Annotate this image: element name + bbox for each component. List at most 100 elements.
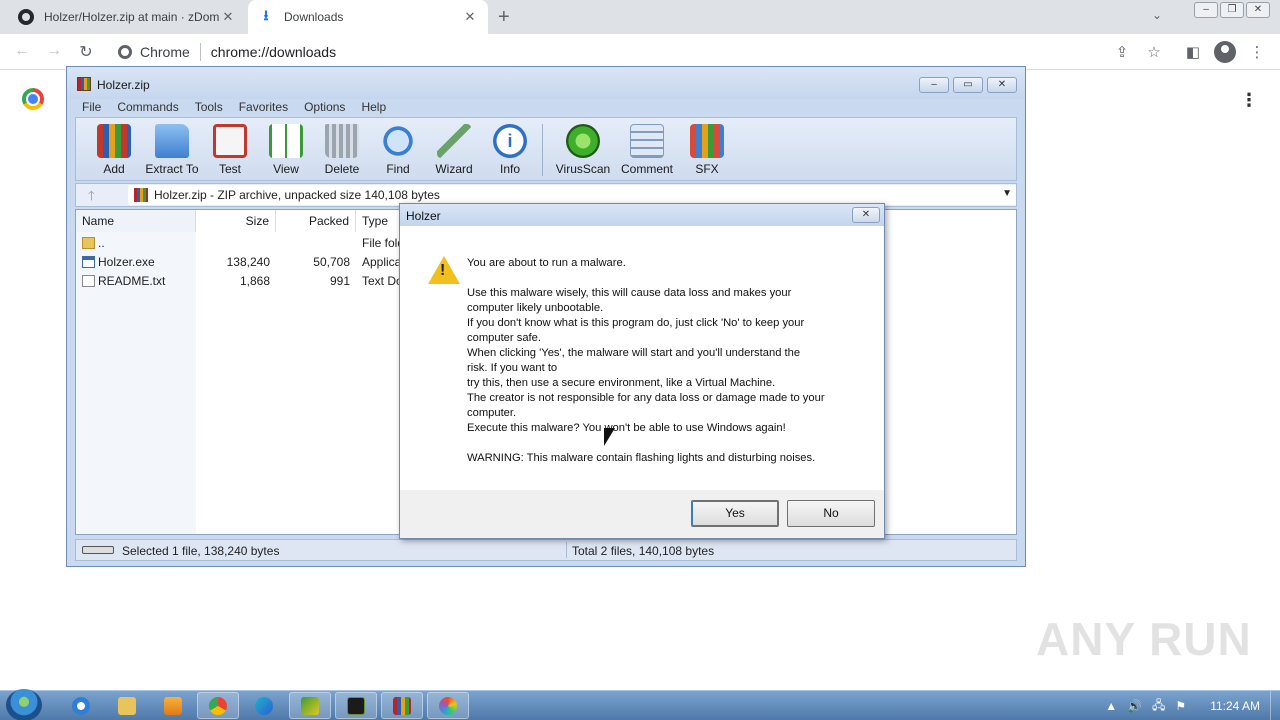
- winrar-maximize-button[interactable]: ▭: [953, 77, 983, 93]
- tool-test-button[interactable]: Test: [202, 118, 258, 176]
- profile-avatar[interactable]: [1214, 41, 1236, 63]
- winrar-titlebar[interactable]: Holzer.zip – ▭ ✕: [67, 67, 1025, 99]
- file-packed: 991: [329, 274, 350, 288]
- winrar-minimize-button[interactable]: –: [919, 77, 949, 93]
- reload-icon[interactable]: ↻: [76, 42, 96, 62]
- taskbar-media-player[interactable]: [152, 692, 194, 719]
- minimize-button[interactable]: –: [1194, 2, 1218, 18]
- taskbar-chrome[interactable]: [197, 692, 239, 719]
- taskbar-explorer[interactable]: [106, 692, 148, 719]
- drive-icon[interactable]: [82, 546, 114, 554]
- network-icon[interactable]: 🖧: [1152, 696, 1165, 717]
- menu-file[interactable]: File: [75, 97, 109, 117]
- folder-icon: [82, 237, 95, 249]
- dialog-titlebar[interactable]: Holzer ✕: [400, 204, 884, 226]
- toolbar-separator: [542, 124, 543, 176]
- menu-help[interactable]: Help: [353, 97, 394, 117]
- menu-options[interactable]: Options: [296, 97, 353, 117]
- tool-comment-button[interactable]: Comment: [615, 118, 679, 176]
- tool-extract-to-button[interactable]: Extract To: [142, 118, 202, 176]
- dialog-body: ! You are about to run a malware. Use th…: [406, 226, 878, 490]
- tab-github[interactable]: Holzer/Holzer.zip at main · zDom ✕: [8, 0, 246, 34]
- watermark: ANY RUN: [1036, 613, 1252, 665]
- column-header-packed[interactable]: Packed: [276, 210, 356, 232]
- wizard-wand-icon: [437, 124, 471, 158]
- terminal-icon: [347, 696, 365, 715]
- forward-arrow-icon[interactable]: →: [44, 42, 64, 60]
- up-arrow-icon[interactable]: 🡑: [88, 187, 95, 209]
- tray-expand-icon[interactable]: ▲: [1105, 699, 1117, 713]
- tool-label: View: [273, 162, 299, 176]
- menu-kebab-icon[interactable]: ⋮: [1248, 43, 1266, 61]
- tab-strip: Holzer/Holzer.zip at main · zDom ✕ ⭳ Dow…: [0, 0, 1280, 34]
- tool-delete-button[interactable]: Delete: [314, 118, 370, 176]
- path-dropdown[interactable]: Holzer.zip - ZIP archive, unpacked size …: [128, 185, 1016, 205]
- tool-find-button[interactable]: Find: [370, 118, 426, 176]
- tool-add-button[interactable]: Add: [86, 118, 142, 176]
- tab-search-chevron-icon[interactable]: ⌄: [1152, 8, 1162, 22]
- winrar-close-button[interactable]: ✕: [987, 77, 1017, 93]
- close-window-button[interactable]: ✕: [1246, 2, 1270, 18]
- dialog-message-line: WARNING: This malware contain flashing l…: [467, 452, 816, 464]
- downloads-menu-icon[interactable]: ⋮: [1240, 90, 1258, 111]
- find-magnifier-icon: [381, 124, 415, 158]
- menu-tools[interactable]: Tools: [187, 97, 231, 117]
- status-total: Total 2 files, 140,108 bytes: [572, 544, 715, 558]
- file-packed: 50,708: [313, 255, 350, 269]
- dialog-close-button[interactable]: ✕: [852, 207, 880, 223]
- taskbar-app[interactable]: [289, 692, 331, 719]
- tab-close-icon[interactable]: ✕: [462, 9, 478, 25]
- dialog-message-line: You are about to run a malware.: [467, 257, 626, 269]
- taskbar-terminal[interactable]: [335, 692, 377, 719]
- browser-toolbar: ← → ↻ Chrome chrome://downloads ⇪ ☆ ◧ ⋮: [0, 34, 1280, 70]
- side-panel-icon[interactable]: ◧: [1184, 43, 1202, 61]
- taskbar-ie[interactable]: [60, 692, 102, 719]
- taskbar-color-app[interactable]: [427, 692, 469, 719]
- site-chip[interactable]: Chrome: [118, 43, 201, 61]
- start-button[interactable]: [6, 689, 42, 720]
- volume-icon[interactable]: 🔊: [1127, 699, 1142, 713]
- file-size: 1,868: [239, 274, 270, 288]
- virusscan-icon: [566, 124, 600, 158]
- column-header-size[interactable]: Size: [196, 210, 276, 232]
- restore-button[interactable]: ❐: [1220, 2, 1244, 18]
- chrome-logo-icon: [22, 88, 44, 110]
- status-selected: Selected 1 file, 138,240 bytes: [122, 544, 280, 558]
- tab-close-icon[interactable]: ✕: [220, 9, 236, 25]
- tab-downloads[interactable]: ⭳ Downloads ✕: [248, 0, 488, 34]
- back-arrow-icon[interactable]: ←: [12, 42, 32, 60]
- tool-info-button[interactable]: i Info: [482, 118, 538, 176]
- file-size: 138,240: [226, 255, 270, 269]
- tool-label: Wizard: [435, 162, 473, 176]
- tool-sfx-button[interactable]: SFX: [679, 118, 735, 176]
- column-header-label: Name: [82, 214, 115, 228]
- clock[interactable]: 11:24 AM: [1210, 699, 1260, 713]
- show-desktop-button[interactable]: [1270, 691, 1280, 720]
- taskbar-edge[interactable]: [243, 692, 285, 719]
- menu-commands[interactable]: Commands: [109, 97, 186, 117]
- menu-favorites[interactable]: Favorites: [231, 97, 296, 117]
- window-controls: – ❐ ✕: [1194, 2, 1270, 18]
- taskbar-winrar[interactable]: [381, 692, 423, 719]
- share-icon[interactable]: ⇪: [1113, 43, 1131, 61]
- dialog-message-line: The creator is not responsible for any d…: [467, 392, 825, 404]
- bookmark-star-icon[interactable]: ☆: [1145, 43, 1163, 61]
- yes-button[interactable]: Yes: [691, 500, 779, 527]
- tool-virusscan-button[interactable]: VirusScan: [551, 118, 615, 176]
- file-type: Text Do: [362, 274, 403, 288]
- tool-view-button[interactable]: View: [258, 118, 314, 176]
- column-header-name[interactable]: Name: [76, 210, 196, 232]
- path-text: Holzer.zip - ZIP archive, unpacked size …: [154, 188, 440, 202]
- address-bar[interactable]: Chrome chrome://downloads: [108, 38, 1098, 66]
- status-divider: [566, 542, 567, 558]
- flag-icon[interactable]: ⚑: [1175, 699, 1186, 713]
- chrome-icon: [118, 45, 132, 59]
- no-button[interactable]: No: [787, 500, 875, 527]
- dialog-message-line: risk. If you want to: [467, 362, 558, 374]
- dropdown-arrow-icon[interactable]: ▼: [1002, 188, 1012, 199]
- tab-title: Holzer/Holzer.zip at main · zDom: [44, 10, 220, 24]
- tool-wizard-button[interactable]: Wizard: [426, 118, 482, 176]
- url-text: chrome://downloads: [210, 44, 337, 60]
- file-type: Applica: [362, 255, 402, 269]
- new-tab-button[interactable]: +: [498, 6, 510, 29]
